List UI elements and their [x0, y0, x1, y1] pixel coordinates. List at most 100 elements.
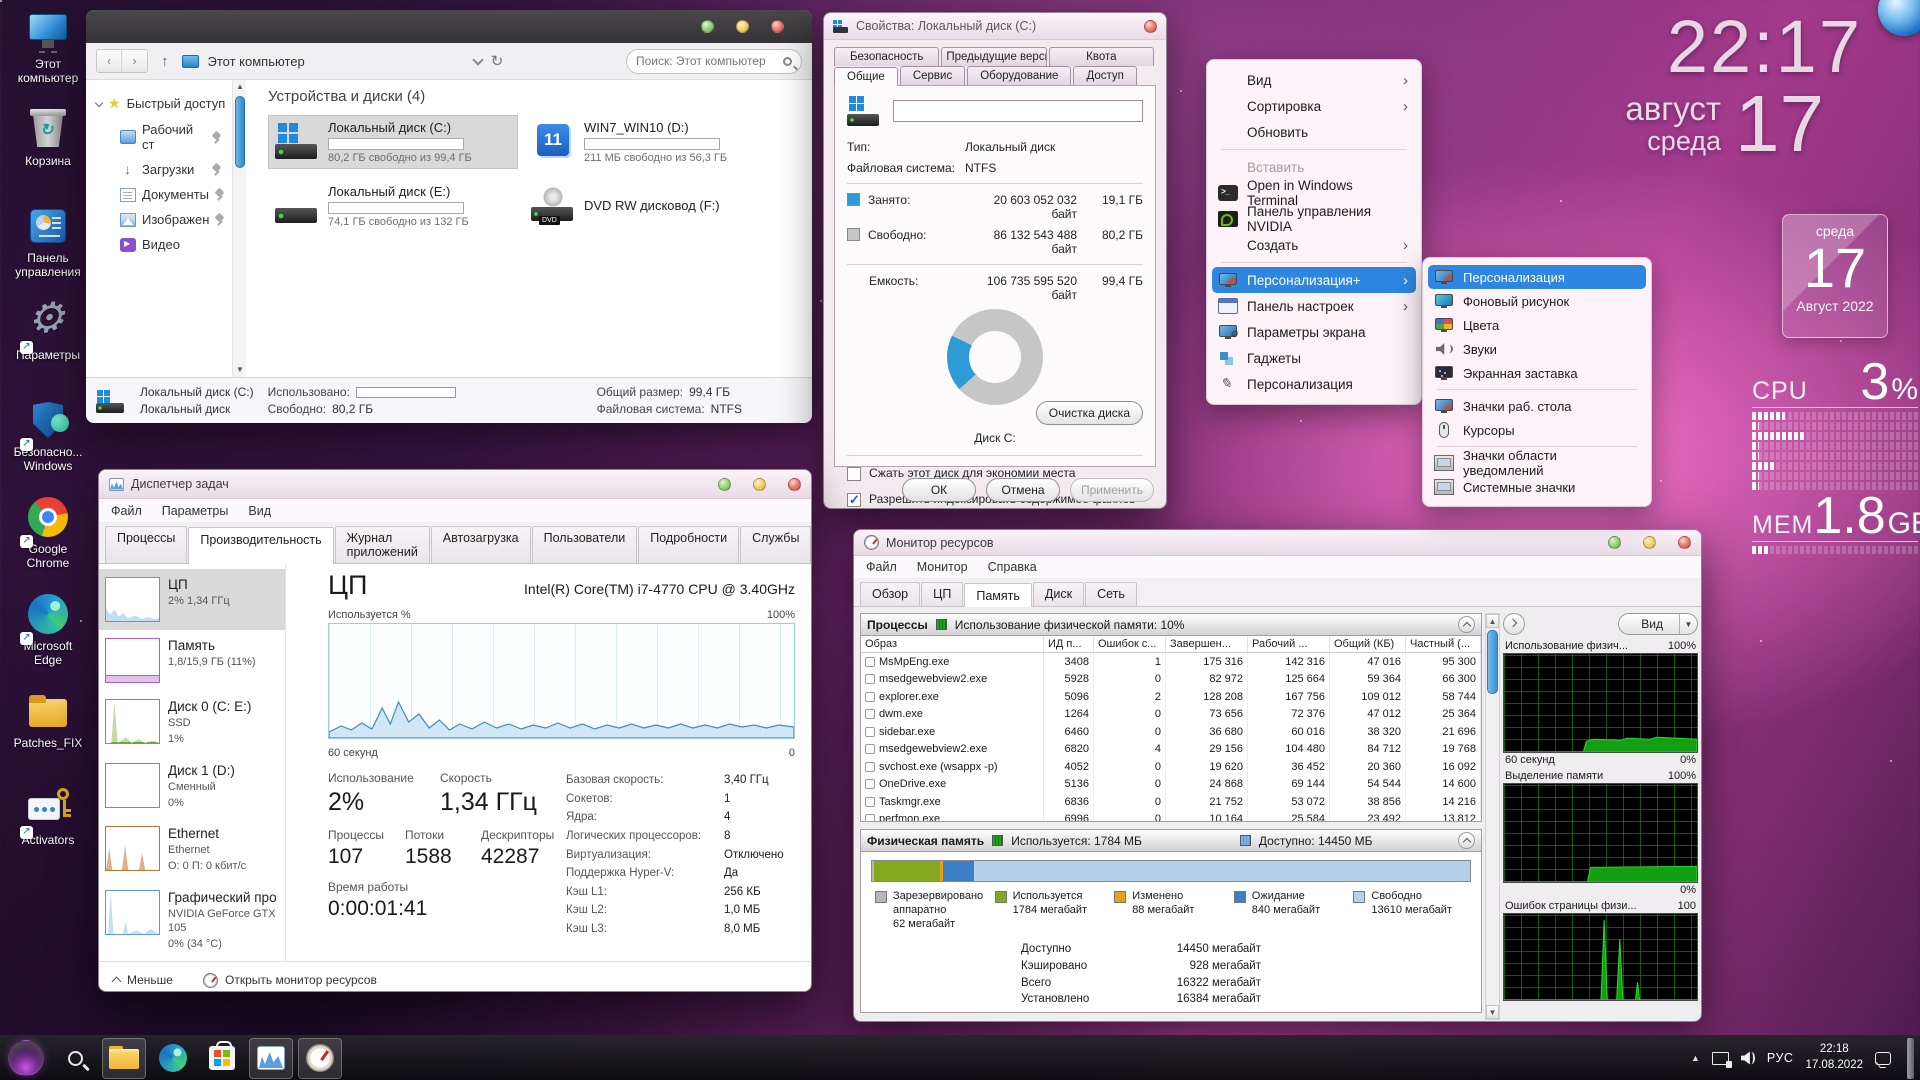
menu-item[interactable]: Системные значки	[1428, 475, 1646, 499]
tab[interactable]: Диск	[1033, 582, 1084, 606]
column-header[interactable]: Образ	[861, 636, 1044, 652]
menu-item[interactable]: Персонализация	[1212, 371, 1416, 397]
column-header[interactable]: Ошибок с...	[1094, 636, 1166, 652]
menu-item[interactable]: Создать ›	[1212, 232, 1416, 258]
scroll-down-icon[interactable]: ▼	[1486, 1005, 1499, 1019]
menubar-item[interactable]: Монитор	[917, 560, 968, 574]
process-checkbox[interactable]	[865, 709, 875, 719]
minimize-button[interactable]	[701, 20, 714, 33]
menubar-item[interactable]: Параметры	[162, 504, 229, 518]
scrollbar-thumb[interactable]	[235, 96, 245, 168]
menu-item[interactable]: Панель настроек ›	[1212, 293, 1416, 319]
menu-item[interactable]: Значки раб. стола	[1428, 394, 1646, 418]
menu-item[interactable]: Гаджеты	[1212, 345, 1416, 371]
search-input[interactable]	[636, 54, 776, 68]
column-header[interactable]: Частный (...	[1406, 636, 1481, 652]
sidebar-scrollbar[interactable]: ▲ ▼	[232, 80, 246, 377]
view-dropdown-button[interactable]: Вид▼	[1618, 613, 1698, 635]
collapse-charts-button[interactable]	[1503, 613, 1525, 635]
menu-item[interactable]: Персонализация+ ›	[1212, 267, 1416, 293]
menu-item[interactable]: Фоновый рисунок	[1428, 289, 1646, 313]
taskbar-store-button[interactable]	[200, 1038, 244, 1079]
taskmgr-titlebar[interactable]: Диспетчер задач	[99, 470, 811, 499]
address-dropdown-icon[interactable]	[472, 54, 483, 65]
performance-sidebar-item[interactable]: ЦП 2% 1,34 ГГц	[99, 569, 285, 630]
close-button[interactable]	[1144, 20, 1157, 33]
tab[interactable]: ЦП	[921, 582, 963, 606]
process-checkbox[interactable]	[865, 779, 875, 789]
performance-sidebar-item[interactable]: Ethernet Ethernet О: 0 П: 0 кбит/с	[99, 818, 285, 882]
menu-item[interactable]: Звуки	[1428, 337, 1646, 361]
scroll-up-icon[interactable]: ▲	[233, 80, 247, 94]
process-row[interactable]: MsMpEng.exe 3408 1 175 316 142 316 47 01…	[861, 653, 1481, 671]
checkbox[interactable]	[847, 493, 861, 507]
column-header[interactable]: Общий (КБ)	[1330, 636, 1406, 652]
column-header[interactable]: Рабочий ...	[1248, 636, 1330, 652]
menu-item[interactable]: Персонализация	[1428, 265, 1646, 289]
maximize-button[interactable]	[1643, 536, 1656, 549]
drive-tile[interactable]: Локальный диск (E:) 74,1 ГБ свободно из …	[268, 179, 518, 233]
performance-sidebar-item[interactable]: Память 1,8/15,9 ГБ (11%)	[99, 630, 285, 691]
drive-tile[interactable]: WIN7_WIN10 (D:) 211 МБ свободно из 56,3 …	[524, 115, 774, 169]
taskbar-explorer-button[interactable]	[102, 1038, 146, 1079]
process-checkbox[interactable]	[865, 762, 875, 772]
menu-item[interactable]: Значки области уведомлений	[1428, 451, 1646, 475]
process-row[interactable]: sidebar.exe 6460 0 36 680 60 016 38 320 …	[861, 723, 1481, 741]
taskbar-search-button[interactable]	[53, 1038, 97, 1079]
taskbar-edge-button[interactable]	[151, 1038, 195, 1079]
collapse-button[interactable]	[1458, 616, 1475, 633]
explorer-titlebar[interactable]	[86, 10, 812, 43]
apply-button[interactable]: Применить	[1070, 478, 1154, 502]
tab[interactable]: Сервис	[900, 66, 965, 85]
column-header[interactable]: Завершен...	[1166, 636, 1248, 652]
process-checkbox[interactable]	[865, 744, 875, 754]
tab[interactable]: Безопасность	[834, 47, 939, 66]
sidebar-item[interactable]: Видео	[86, 232, 246, 257]
address-bar[interactable]: Этот компьютер	[208, 54, 305, 69]
close-button[interactable]	[788, 478, 801, 491]
sidebar-item[interactable]: Загрузки	[86, 157, 246, 182]
network-icon[interactable]	[1712, 1052, 1729, 1065]
taskbar-task-manager-button[interactable]	[249, 1038, 293, 1079]
tab[interactable]: Автозагрузка	[431, 526, 531, 563]
taskbar-resource-monitor-button[interactable]	[298, 1038, 342, 1079]
tab[interactable]: Доступ	[1073, 66, 1136, 85]
menu-item[interactable]: Вставить	[1212, 154, 1416, 180]
disk-cleanup-button[interactable]: Очистка диска	[1036, 401, 1143, 425]
volume-icon[interactable]	[1741, 1052, 1750, 1065]
sidebar-item[interactable]: Документы	[86, 182, 246, 207]
menu-item[interactable]: Вид ›	[1212, 67, 1416, 93]
process-checkbox[interactable]	[865, 674, 875, 684]
desktop-icon[interactable]: ↗ Параметры	[2, 301, 94, 398]
tab[interactable]: Предыдущие версии	[941, 47, 1046, 66]
tab[interactable]: Производительность	[188, 527, 333, 564]
open-resource-monitor-link[interactable]: Открыть монитор ресурсов	[203, 973, 377, 988]
process-row[interactable]: explorer.exe 5096 2 128 208 167 756 109 …	[861, 688, 1481, 706]
process-row[interactable]: perfmon.exe 6996 0 10 164 25 584 23 492 …	[861, 811, 1481, 822]
tab[interactable]: Обзор	[860, 582, 920, 606]
back-button[interactable]: ‹	[97, 50, 122, 72]
process-row[interactable]: msedgewebview2.exe 5928 0 82 972 125 664…	[861, 671, 1481, 689]
checkbox[interactable]	[847, 467, 861, 481]
menu-item[interactable]: Сортировка ›	[1212, 93, 1416, 119]
tab[interactable]: Службы	[740, 526, 811, 563]
desktop-icon[interactable]: ↗ Patches_FIX	[2, 689, 94, 786]
start-button[interactable]	[4, 1038, 48, 1079]
menubar-item[interactable]: Файл	[866, 560, 897, 574]
scrollbar-thumb[interactable]	[1487, 630, 1498, 694]
tab[interactable]: Пользователи	[532, 526, 638, 563]
menu-item[interactable]: Экранная заставка	[1428, 361, 1646, 385]
process-row[interactable]: svchost.exe (wsappx -p) 4052 0 19 620 36…	[861, 758, 1481, 776]
minimize-button[interactable]	[1608, 536, 1621, 549]
maximize-button[interactable]	[736, 20, 749, 33]
desktop-icon[interactable]: ↗ Activators	[2, 786, 94, 883]
show-less-button[interactable]: Меньше	[113, 973, 173, 987]
language-indicator[interactable]: РУС	[1767, 1051, 1794, 1065]
desktop-icon[interactable]: ↗ Панель управления	[2, 204, 94, 301]
close-button[interactable]	[771, 20, 784, 33]
menu-item[interactable]: Open in Windows Terminal	[1212, 180, 1416, 206]
process-checkbox[interactable]	[865, 692, 875, 702]
expand-chevron-icon[interactable]	[95, 98, 103, 106]
desktop-icon[interactable]: ↗ Корзина	[2, 107, 94, 204]
scroll-up-icon[interactable]: ▲	[1486, 614, 1499, 628]
